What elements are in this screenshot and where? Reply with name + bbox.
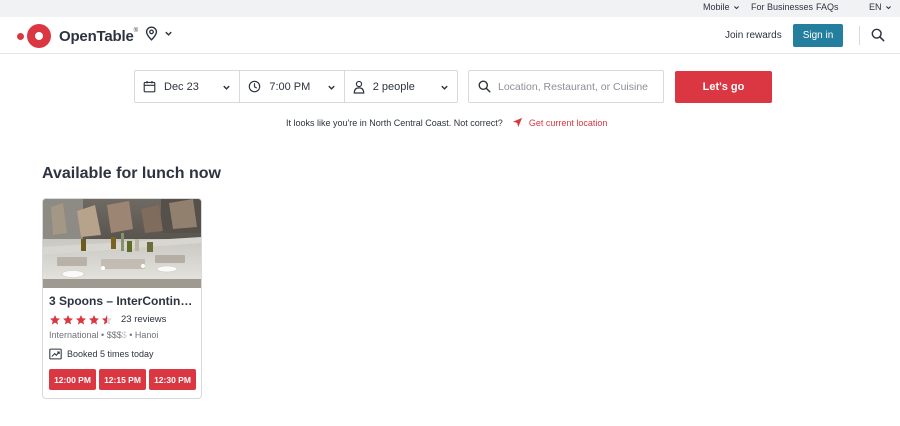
reservation-picker: Dec 23 7:00 PM 2 people: [134, 70, 458, 103]
search-input[interactable]: [498, 80, 658, 93]
join-rewards-link[interactable]: Join rewards: [725, 30, 782, 41]
time-value: 7:00 PM: [269, 80, 311, 93]
star-full-icon: [63, 315, 73, 325]
lets-go-button[interactable]: Let's go: [675, 71, 772, 103]
for-businesses-label: For Businesses: [751, 2, 814, 12]
for-businesses-link[interactable]: For Businesses: [751, 2, 813, 12]
search-icon: [871, 28, 885, 42]
chevron-down-icon: [223, 85, 231, 90]
restaurant-card[interactable]: 3 Spoons – InterContinental 23 reviews I…: [42, 198, 202, 399]
site-header: OpenTable® Join rewards Sign in: [0, 17, 900, 54]
header-divider: [859, 26, 860, 45]
utility-bar: Mobile For Businesses FAQs EN: [0, 0, 900, 17]
cuisine-label: International: [49, 330, 99, 340]
star-rating: [49, 314, 113, 326]
time-slot-button[interactable]: 12:15 PM: [99, 369, 146, 390]
map-pin-icon: [145, 26, 158, 41]
location-notice: It looks like you're in North Central Co…: [286, 117, 607, 128]
logo-wordmark: OpenTable®: [59, 27, 138, 45]
chevron-down-icon: [885, 5, 891, 9]
calendar-icon: [143, 80, 156, 93]
sign-in-button[interactable]: Sign in: [793, 24, 843, 47]
navigation-arrow-icon: [512, 117, 522, 128]
chevron-down-icon: [441, 85, 448, 90]
restaurant-meta: International • $$$$ • Hanoi: [49, 330, 159, 340]
person-icon: [353, 80, 365, 94]
faqs-label: FAQs: [816, 2, 839, 12]
chevron-down-icon: [165, 31, 172, 36]
price-level-inactive: $: [121, 330, 127, 340]
location-picker-button[interactable]: [145, 26, 173, 41]
search-field[interactable]: [468, 70, 664, 103]
search-icon: [478, 80, 491, 93]
section-title: Available for lunch now: [42, 165, 221, 182]
get-current-location-link[interactable]: Get current location: [512, 117, 608, 128]
chevron-down-icon: [733, 5, 739, 9]
mobile-menu[interactable]: Mobile: [703, 2, 740, 12]
language-label: EN: [869, 2, 882, 12]
star-half-icon: [102, 315, 112, 325]
restaurant-name[interactable]: 3 Spoons – InterContinental: [49, 294, 197, 308]
time-slot-button[interactable]: 12:00 PM: [49, 369, 96, 390]
get-current-location-label: Get current location: [528, 117, 608, 128]
restaurant-photo: [43, 199, 201, 288]
language-selector[interactable]: EN: [869, 2, 892, 12]
header-search-button[interactable]: [871, 28, 885, 47]
mobile-label: Mobile: [703, 2, 730, 12]
faqs-link[interactable]: FAQs: [816, 2, 839, 12]
date-value: Dec 23: [164, 80, 199, 93]
location-notice-text: It looks like you're in North Central Co…: [286, 117, 503, 128]
star-full-icon: [89, 315, 99, 325]
booked-count: Booked 5 times today: [49, 348, 154, 360]
time-picker[interactable]: 7:00 PM: [239, 71, 343, 102]
opentable-logo[interactable]: OpenTable®: [17, 23, 138, 49]
chevron-down-icon: [327, 85, 335, 90]
review-count[interactable]: 23 reviews: [121, 314, 166, 325]
restaurant-location: Hanoi: [134, 330, 159, 340]
party-size-picker[interactable]: 2 people: [343, 71, 457, 102]
party-size-value: 2 people: [372, 80, 415, 93]
time-slot-button[interactable]: 12:30 PM: [149, 369, 196, 390]
star-full-icon: [76, 315, 86, 325]
star-full-icon: [50, 315, 60, 325]
logo-ring-icon: [27, 24, 51, 48]
price-level: $$$: [106, 330, 122, 340]
clock-icon: [249, 80, 261, 93]
time-slots: 12:00 PM 12:15 PM 12:30 PM: [49, 369, 196, 390]
trending-up-icon: [49, 348, 62, 360]
booked-text: Booked 5 times today: [67, 349, 154, 359]
date-picker[interactable]: Dec 23: [135, 71, 239, 102]
logo-dot-icon: [17, 32, 24, 40]
